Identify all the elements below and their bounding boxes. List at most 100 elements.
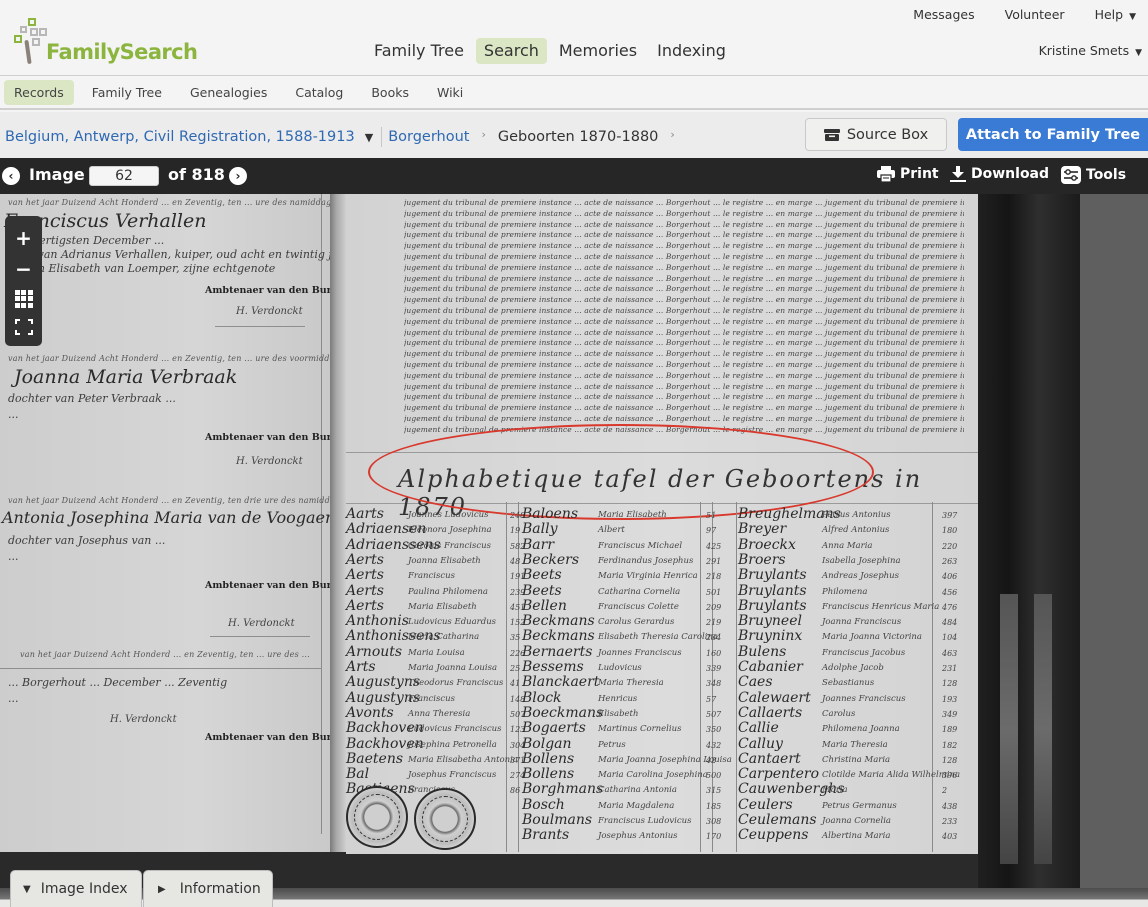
information-tab[interactable]: ▶ Information <box>143 870 273 907</box>
fullscreen-icon[interactable] <box>14 318 33 335</box>
index-surname: Calewaert <box>738 689 811 706</box>
index-surname: Caes <box>738 674 773 691</box>
breadcrumb-bar: Belgium, Antwerp, Civil Registration, 15… <box>0 112 1148 158</box>
index-surname: Cabanier <box>738 659 803 675</box>
chevron-right-icon[interactable]: › <box>670 128 674 141</box>
child-name: Joanna Maria Verbraak <box>14 366 238 388</box>
handwritten-line: jugement du tribunal de premiere instanc… <box>404 284 964 294</box>
handwritten-line: jugement du tribunal de premiere instanc… <box>404 403 964 413</box>
index-surname: Ceulers <box>738 796 793 813</box>
index-certificate-number: 128 <box>942 755 958 765</box>
image-number-input[interactable] <box>89 166 159 186</box>
breadcrumb-record-set[interactable]: Geboorten 1870-1880 <box>498 129 659 145</box>
certificate-header: van het jaar Duizend Acht Honderd ... en… <box>8 496 345 505</box>
certificate-line: ... <box>8 550 19 563</box>
caret-down-icon: ▼ <box>23 883 31 895</box>
image-index-tab[interactable]: ▼ Image Index <box>10 870 142 907</box>
index-given-names: Adolphe Jacob <box>822 663 884 673</box>
next-image-button[interactable]: › <box>229 167 247 185</box>
sub-nav-genealogies[interactable]: Genealogies <box>180 80 277 105</box>
index-given-names: Maria Joanna Victorina <box>822 632 922 643</box>
index-certificate-number: 231 <box>942 664 958 673</box>
image-viewer[interactable]: van het jaar Duizend Acht Honderd ... en… <box>0 194 1148 888</box>
index-surname: Ceulemans <box>738 812 817 828</box>
sub-nav-catalog[interactable]: Catalog <box>285 80 353 105</box>
breadcrumb-divider <box>381 127 383 147</box>
archive-box-icon <box>823 128 840 141</box>
download-button[interactable]: Download <box>950 166 1049 182</box>
index-certificate-number: 406 <box>942 572 958 582</box>
sub-nav-wiki[interactable]: Wiki <box>427 80 473 105</box>
information-label: Information <box>179 881 261 897</box>
certificate-line: en van Elisabeth van Loemper, zijne echt… <box>8 262 276 275</box>
scanned-register-image: van het jaar Duizend Acht Honderd ... en… <box>0 194 1080 888</box>
image-label: Image <box>29 165 85 184</box>
user-menu[interactable]: Kristine Smets ▼ <box>1039 43 1142 58</box>
gallery-grid-icon[interactable] <box>14 289 33 308</box>
certificate-line: dochter van Peter Verbraak ... <box>8 392 176 405</box>
previous-image-button[interactable]: ‹ <box>2 167 20 185</box>
certificate-header: van het jaar Duizend Acht Honderd ... en… <box>8 354 345 363</box>
handwritten-line: jugement du tribunal de premiere instanc… <box>404 316 964 326</box>
chevron-left-icon: ‹ <box>8 169 14 183</box>
sub-nav-books[interactable]: Books <box>361 80 419 105</box>
index-given-names: Franciscus Henricus Maria <box>822 601 940 612</box>
index-certificate-number: 403 <box>942 832 958 842</box>
zoom-controls: + − <box>5 216 42 346</box>
site-header: FamilySearch Family Tree Search Memories… <box>0 0 1148 76</box>
index-certificate-number: 463 <box>942 648 958 658</box>
download-icon <box>950 166 966 182</box>
caret-right-icon: ▶ <box>158 883 166 895</box>
certificate-line: dochter van Josephus van ... <box>8 534 166 547</box>
handwritten-line: jugement du tribunal de premiere instanc… <box>404 273 964 283</box>
index-certificate-number: 233 <box>942 817 958 826</box>
handwritten-line: jugement du tribunal de premiere instanc… <box>404 262 964 272</box>
messages-link[interactable]: Messages <box>913 7 974 22</box>
breadcrumb-locality[interactable]: Borgerhout <box>388 129 469 145</box>
tools-label: Tools <box>1086 167 1127 183</box>
zoom-out-button[interactable]: − <box>9 259 39 279</box>
help-menu[interactable]: Help ▼ <box>1095 7 1136 22</box>
index-certificate-number: 349 <box>942 709 958 719</box>
index-given-names: Christina Maria <box>822 754 891 765</box>
sub-nav-family-tree[interactable]: Family Tree <box>82 80 172 105</box>
main-nav-indexing[interactable]: Indexing <box>649 38 734 64</box>
index-certificate-number: 189 <box>942 725 958 735</box>
handwritten-line: jugement du tribunal de premiere instanc… <box>404 252 964 261</box>
index-surname: Broers <box>738 551 786 568</box>
handwritten-line: jugement du tribunal de premiere instanc… <box>404 295 964 305</box>
volunteer-link[interactable]: Volunteer <box>1005 7 1065 22</box>
handwritten-line: jugement du tribunal de premiere instanc… <box>404 208 964 218</box>
index-certificate-number: 484 <box>942 618 958 628</box>
index-certificate-number: 104 <box>942 633 958 643</box>
index-given-names: Alfred Antonius <box>822 525 890 536</box>
attach-to-family-tree-button[interactable]: Attach to Family Tree <box>958 118 1148 151</box>
source-box-button[interactable]: Source Box <box>805 118 947 151</box>
user-name: Kristine Smets <box>1038 43 1130 58</box>
tools-button[interactable]: Tools <box>1061 166 1126 184</box>
caret-down-icon: ▼ <box>1129 12 1136 22</box>
left-page: van het jaar Duizend Acht Honderd ... en… <box>0 194 357 852</box>
breadcrumb-collection[interactable]: Belgium, Antwerp, Civil Registration, 15… <box>5 129 355 145</box>
download-label: Download <box>971 166 1050 182</box>
index-given-names: Joanna Franciscus <box>822 617 902 628</box>
index-given-names: Maria Theresia <box>822 739 888 750</box>
index-given-names: Maria <box>822 785 848 796</box>
index-given-names: Joannes Franciscus <box>822 693 906 704</box>
signature: H. Verdonckt <box>236 456 303 467</box>
sub-nav: Records Family Tree Genealogies Catalog … <box>0 77 1148 110</box>
breadcrumb: Belgium, Antwerp, Civil Registration, 15… <box>5 127 687 147</box>
index-given-names: Andreas Josephus <box>822 571 899 582</box>
caret-down-icon: ▼ <box>1135 48 1142 58</box>
handwritten-line: jugement du tribunal de premiere instanc… <box>404 241 964 251</box>
index-given-names: Franciscus Jacobus <box>822 647 906 658</box>
main-nav-search[interactable]: Search <box>475 38 547 64</box>
print-button[interactable]: Print <box>877 166 939 182</box>
familysearch-logo[interactable]: FamilySearch <box>14 18 198 65</box>
image-count: of 818 <box>168 165 225 184</box>
main-nav-family-tree[interactable]: Family Tree <box>366 38 472 64</box>
collection-dropdown-icon[interactable]: ▼ <box>365 131 373 144</box>
sub-nav-records[interactable]: Records <box>4 80 74 105</box>
main-nav-memories[interactable]: Memories <box>551 38 645 64</box>
zoom-in-button[interactable]: + <box>9 228 39 248</box>
